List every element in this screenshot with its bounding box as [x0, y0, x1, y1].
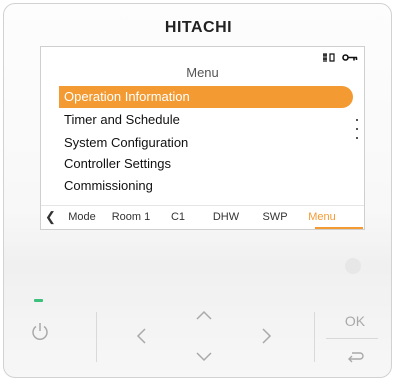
power-led: [34, 299, 43, 302]
menu-item-system-configuration[interactable]: System Configuration: [59, 132, 353, 154]
tab-room-1[interactable]: Room 1: [106, 211, 156, 223]
menu-item-timer-and-schedule[interactable]: Timer and Schedule: [59, 109, 353, 131]
chevron-up-icon: [196, 310, 212, 320]
power-button[interactable]: [30, 321, 50, 341]
scroll-indicator: [356, 119, 359, 146]
power-icon: [32, 323, 48, 340]
key-icon: [342, 51, 358, 63]
tab-c1[interactable]: C1: [153, 211, 203, 223]
ok-back-divider: [326, 338, 378, 339]
status-icons: [319, 51, 358, 63]
chevron-left-icon: [136, 328, 146, 344]
defrost-icon: [322, 51, 338, 63]
menu-item-commissioning[interactable]: Commissioning: [59, 175, 353, 197]
tab-swp[interactable]: SWP: [250, 211, 300, 223]
right-divider: [314, 312, 315, 362]
lcd-screen: Menu Operation Information Timer and Sch…: [40, 46, 365, 230]
tab-left-arrow-icon[interactable]: ❮: [45, 209, 56, 225]
return-icon: [348, 352, 364, 363]
tab-menu[interactable]: Menu: [297, 211, 347, 223]
left-divider: [96, 312, 97, 362]
down-button[interactable]: [195, 350, 213, 364]
chevron-down-icon: [196, 352, 212, 362]
tab-dhw[interactable]: DHW: [201, 211, 251, 223]
ok-button[interactable]: OK: [340, 313, 370, 329]
chevron-right-icon: [262, 328, 272, 344]
back-button[interactable]: [345, 350, 365, 366]
up-button[interactable]: [195, 308, 213, 322]
menu-title: Menu: [186, 65, 219, 80]
tab-bar: ❮ Mode Room 1 C1 DHW SWP Menu: [41, 205, 364, 229]
menu-item-operation-information[interactable]: Operation Information: [59, 86, 353, 108]
brand-logo: HITACHI: [164, 19, 233, 36]
ambient-sensor: [345, 258, 361, 274]
left-button[interactable]: [134, 327, 150, 345]
menu-item-controller-settings[interactable]: Controller Settings: [59, 153, 353, 175]
right-button[interactable]: [258, 327, 274, 345]
tab-mode[interactable]: Mode: [57, 211, 107, 223]
active-tab-underline: [315, 227, 363, 229]
